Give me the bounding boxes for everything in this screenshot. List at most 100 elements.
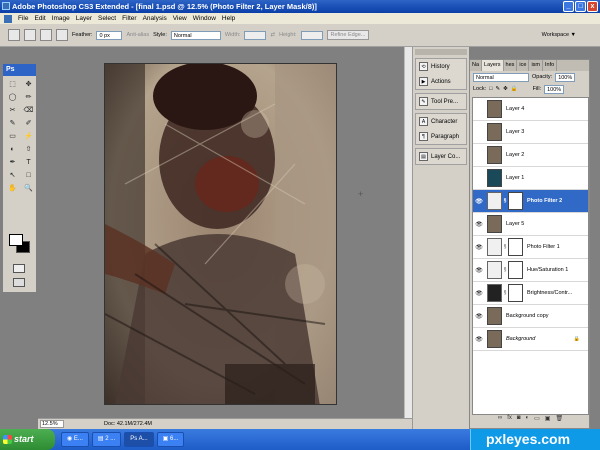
taskbar-item-4[interactable]: ▣ 6...	[156, 432, 185, 447]
menu-filter[interactable]: Filter	[122, 15, 136, 22]
visibility-eye-icon[interactable]: 👁	[473, 129, 485, 136]
magic-wand-icon[interactable]: ✏	[22, 92, 35, 103]
visibility-eye-icon[interactable]: 👁	[473, 313, 485, 320]
visibility-eye-icon[interactable]: 👁	[473, 336, 485, 343]
dock-paragraph[interactable]: ¶ Paragraph	[416, 129, 466, 144]
dock-character[interactable]: A Character	[416, 114, 466, 129]
fill-input[interactable]: 100%	[544, 84, 565, 94]
pencil-tool-icon[interactable]: ✐	[22, 118, 35, 129]
add-mask-icon[interactable]: ◙	[517, 415, 521, 425]
layer-row-layer-3[interactable]: 👁 Layer 3	[473, 121, 588, 144]
lock-transparency-icon[interactable]: □	[489, 86, 492, 92]
visibility-eye-icon[interactable]: 👁	[473, 244, 485, 251]
menu-help[interactable]: Help	[222, 15, 235, 22]
menu-select[interactable]: Select	[98, 15, 116, 22]
taskbar-item-3[interactable]: Ps A...	[124, 432, 154, 447]
visibility-eye-icon[interactable]: 👁	[473, 152, 485, 159]
path-select-icon[interactable]: ⇧	[22, 144, 35, 155]
eraser-tool-icon[interactable]: ⌫	[22, 105, 35, 116]
zoom-field[interactable]: 12.5%	[40, 420, 64, 428]
dock-layer-comps[interactable]: ▤ Layer Co...	[416, 149, 466, 164]
delete-layer-icon[interactable]: 🗑	[555, 415, 563, 425]
layer-row-layer-1[interactable]: 👁 Layer 1	[473, 167, 588, 190]
tab-swatches[interactable]: hes	[504, 60, 518, 71]
tab-adjustments[interactable]: ice	[517, 60, 530, 71]
foreground-color-swatch[interactable]	[9, 234, 23, 246]
document-canvas[interactable]	[104, 63, 337, 405]
new-selection-icon[interactable]	[24, 29, 36, 41]
hand-tool-icon[interactable]: ✋	[6, 183, 19, 194]
crop-tool-icon[interactable]: ✂	[6, 105, 19, 116]
move-tool-icon[interactable]: ✥	[22, 79, 35, 90]
layer-row-hue-saturation-1[interactable]: 👁 § Hue/Saturation 1	[473, 259, 588, 282]
menu-view[interactable]: View	[173, 15, 187, 22]
link-layers-icon[interactable]: ∞	[498, 415, 502, 425]
opacity-input[interactable]: 100%	[555, 72, 576, 82]
new-adjustment-icon[interactable]: ◐	[525, 415, 529, 425]
layer-mask-thumbnail[interactable]	[508, 284, 523, 302]
width-input[interactable]	[244, 30, 267, 40]
shape-tool-icon[interactable]: □	[22, 170, 35, 181]
add-selection-icon[interactable]	[40, 29, 52, 41]
feather-input[interactable]: 0 px	[96, 30, 123, 40]
marquee-tool-icon[interactable]: ⬚	[6, 79, 19, 90]
tab-info[interactable]: Info	[543, 60, 558, 71]
dock-grip[interactable]	[415, 49, 467, 55]
lasso-tool-icon[interactable]: ◯	[6, 92, 19, 103]
layer-row-layer-2[interactable]: 👁 Layer 2	[473, 144, 588, 167]
visibility-eye-icon[interactable]: 👁	[473, 198, 485, 205]
dodge-tool-icon[interactable]: ◐	[6, 144, 19, 155]
swap-icon[interactable]: ⇄	[270, 32, 275, 38]
screen-mode-icon[interactable]	[13, 278, 25, 287]
tab-navigator[interactable]: Na	[470, 60, 483, 71]
visibility-eye-icon[interactable]: 👁	[473, 290, 485, 297]
dock-tool-presets[interactable]: ✎ Tool Pre...	[416, 94, 466, 109]
quick-mask-icon[interactable]	[13, 264, 25, 273]
layer-row-brightness-contrast[interactable]: 👁 § Brightness/Contr...	[473, 282, 588, 305]
ps-menu-icon[interactable]	[4, 14, 12, 23]
visibility-eye-icon[interactable]: 👁	[473, 106, 485, 113]
start-button[interactable]: start	[0, 429, 55, 450]
visibility-eye-icon[interactable]: 👁	[473, 267, 485, 274]
subtract-selection-icon[interactable]	[56, 29, 68, 41]
zoom-tool-icon[interactable]: 🔍	[22, 183, 35, 194]
dock-history[interactable]: ⟲ History	[416, 59, 466, 74]
refine-edge-button[interactable]: Refine Edge...	[326, 30, 370, 40]
visibility-eye-icon[interactable]: 👁	[473, 221, 485, 228]
marquee-preset-icon[interactable]	[8, 29, 20, 41]
layer-mask-thumbnail[interactable]	[508, 261, 523, 279]
height-input[interactable]	[300, 30, 323, 40]
menu-image[interactable]: Image	[52, 15, 70, 22]
menu-file[interactable]: File	[18, 15, 28, 22]
new-layer-icon[interactable]: ▣	[545, 415, 551, 425]
layer-mask-thumbnail[interactable]	[508, 192, 523, 210]
workspace-menu[interactable]: Workspace ▼	[542, 32, 576, 38]
layer-row-photo-filter-2[interactable]: 👁 § Photo Filter 2	[473, 190, 588, 213]
style-select[interactable]: Normal	[170, 30, 221, 40]
lock-all-icon[interactable]: 🔒	[511, 86, 518, 92]
lock-pixels-icon[interactable]: ✎	[495, 86, 500, 92]
new-group-icon[interactable]: ▭	[534, 415, 540, 425]
menu-analysis[interactable]: Analysis	[143, 15, 167, 22]
taskbar-item-1[interactable]: ◉ E...	[61, 432, 89, 447]
maximize-button[interactable]: □	[575, 1, 586, 12]
antialias-checkbox[interactable]: Anti-alias	[126, 32, 149, 38]
tab-histogram[interactable]: ism	[529, 60, 544, 71]
tab-layers[interactable]: Layers	[482, 60, 504, 71]
menu-layer[interactable]: Layer	[76, 15, 92, 22]
close-button[interactable]: x	[587, 1, 598, 12]
vertical-scrollbar[interactable]	[404, 47, 412, 418]
layer-mask-thumbnail[interactable]	[508, 238, 523, 256]
menu-edit[interactable]: Edit	[34, 15, 45, 22]
taskbar-item-2[interactable]: ▤ 2 ...	[91, 432, 122, 447]
layer-row-photo-filter-1[interactable]: 👁 § Photo Filter 1	[473, 236, 588, 259]
menu-window[interactable]: Window	[193, 15, 216, 22]
blur-tool-icon[interactable]: ⚡	[22, 131, 35, 142]
layer-row-background[interactable]: 👁 Background 🔒	[473, 328, 588, 351]
lock-position-icon[interactable]: ✥	[503, 86, 508, 92]
brush-tool-icon[interactable]: ✎	[6, 118, 19, 129]
minimize-button[interactable]: _	[563, 1, 574, 12]
dock-actions[interactable]: ▶ Actions	[416, 74, 466, 89]
direct-select-icon[interactable]: ↖	[6, 170, 19, 181]
layer-style-icon[interactable]: fx	[507, 415, 512, 425]
